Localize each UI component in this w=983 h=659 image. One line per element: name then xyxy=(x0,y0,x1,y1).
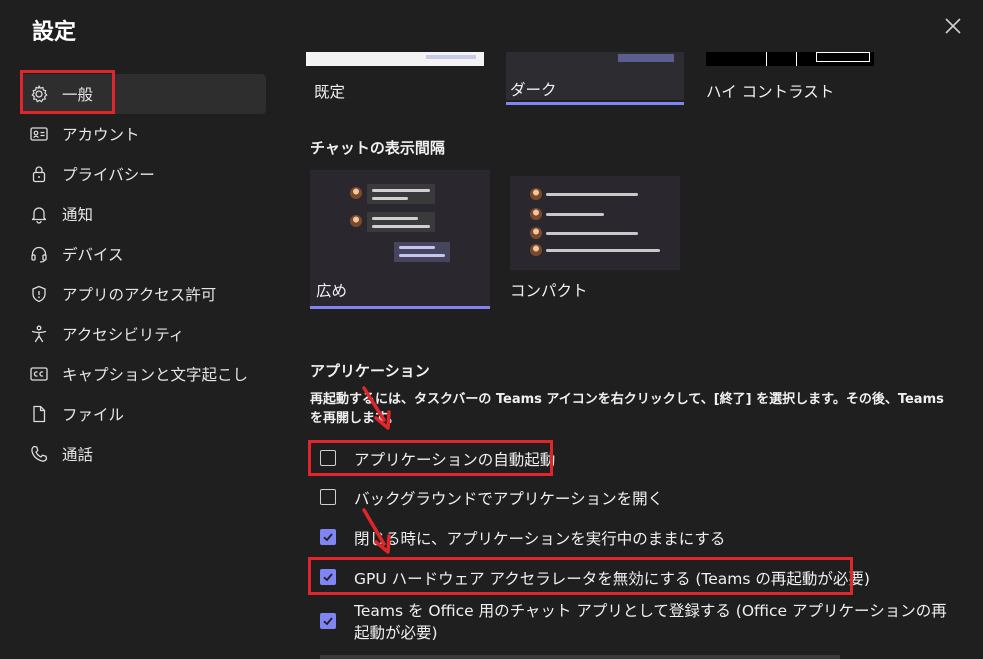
option-label: アプリケーションの自動起動 xyxy=(354,451,556,469)
theme-label: ダーク xyxy=(510,81,557,99)
close-button[interactable] xyxy=(943,16,963,36)
theme-label: ハイ コントラスト xyxy=(706,83,835,101)
gear-icon xyxy=(28,83,50,105)
page-title: 設定 xyxy=(32,20,77,45)
register-chat-app-checkbox[interactable] xyxy=(320,613,336,629)
option-register-chat-app[interactable]: Teams を Office 用のチャット アプリとして登録する (Office… xyxy=(320,600,950,644)
sidebar-item-label: 一般 xyxy=(62,86,94,104)
selected-underline xyxy=(310,306,490,309)
option-open-in-background[interactable]: バックグラウンドでアプリケーションを開く xyxy=(320,487,663,509)
sidebar-item-general[interactable]: 一般 xyxy=(20,74,266,114)
option-keep-running-on-close[interactable]: 閉じる時に、アプリケーションを実行中のままにする xyxy=(320,527,725,549)
sidebar-item-label: キャプションと文字起こし xyxy=(62,366,249,384)
avatar xyxy=(350,215,362,227)
file-icon xyxy=(28,403,50,425)
checkmark-icon xyxy=(323,533,333,542)
option-label: GPU ハードウェア アクセラレータを無効にする (Teams の再起動が必要) xyxy=(354,570,870,588)
checkmark-icon xyxy=(323,573,333,582)
option-label: 閉じる時に、アプリケーションを実行中のままにする xyxy=(354,530,726,548)
headset-icon xyxy=(28,243,50,265)
accessibility-icon xyxy=(28,323,50,345)
cc-icon xyxy=(28,363,50,385)
sidebar-item-label: アプリのアクセス許可 xyxy=(62,286,217,304)
sidebar-item-calls[interactable]: 通話 xyxy=(20,434,266,474)
disable-gpu-checkbox[interactable] xyxy=(320,569,336,585)
bell-icon xyxy=(28,203,50,225)
sidebar-item-label: アカウント xyxy=(62,126,140,144)
avatar xyxy=(530,227,542,239)
restart-instructions: 再起動するには、タスクバーの Teams アイコンを右クリックして、[終了] を… xyxy=(310,392,944,426)
auto-start-checkbox[interactable] xyxy=(320,450,336,466)
avatar xyxy=(530,208,542,220)
sidebar-item-privacy[interactable]: プライバシー xyxy=(20,154,266,194)
application-heading: アプリケーション xyxy=(310,362,430,380)
id-card-icon xyxy=(28,123,50,145)
avatar xyxy=(350,187,362,199)
density-preview-compact xyxy=(510,176,680,270)
theme-label: 既定 xyxy=(314,83,346,101)
sidebar-item-label: 通知 xyxy=(62,206,94,224)
sidebar-item-app-permissions[interactable]: アプリのアクセス許可 xyxy=(20,274,266,314)
sidebar-item-devices[interactable]: デバイス xyxy=(20,234,266,274)
density-label: 広め xyxy=(316,282,348,300)
option-label: Teams を Office 用のチャット アプリとして登録する (Office… xyxy=(354,602,947,642)
sidebar-item-account[interactable]: アカウント xyxy=(20,114,266,154)
checkmark-icon xyxy=(323,617,333,626)
option-disable-gpu-acceleration[interactable]: GPU ハードウェア アクセラレータを無効にする (Teams の再起動が必要) xyxy=(320,567,870,589)
avatar xyxy=(530,244,542,256)
sidebar-item-label: ファイル xyxy=(62,406,125,424)
shield-icon xyxy=(28,283,50,305)
close-icon xyxy=(945,18,961,34)
chat-density-heading: チャットの表示間隔 xyxy=(310,139,445,157)
sidebar-item-label: アクセシビリティ xyxy=(62,326,185,344)
avatar xyxy=(530,188,542,200)
sidebar-item-label: 通話 xyxy=(62,446,94,464)
theme-preview-default xyxy=(306,52,484,66)
sidebar-item-notifications[interactable]: 通知 xyxy=(20,194,266,234)
sidebar-item-accessibility[interactable]: アクセシビリティ xyxy=(20,314,266,354)
density-label: コンパクト xyxy=(510,282,588,300)
selected-underline xyxy=(506,102,684,105)
theme-preview-high-contrast xyxy=(706,52,874,66)
option-auto-start[interactable]: アプリケーションの自動起動 xyxy=(320,448,555,470)
option-label: バックグラウンドでアプリケーションを開く xyxy=(354,490,664,508)
keep-running-checkbox[interactable] xyxy=(320,529,336,545)
sidebar-item-files[interactable]: ファイル xyxy=(20,394,266,434)
lock-icon xyxy=(28,163,50,185)
next-option-partial xyxy=(320,655,840,659)
sidebar-item-label: プライバシー xyxy=(62,166,155,184)
sidebar-item-captions[interactable]: キャプションと文字起こし xyxy=(20,354,266,394)
sidebar-item-label: デバイス xyxy=(62,246,124,264)
phone-icon xyxy=(28,443,50,465)
open-in-background-checkbox[interactable] xyxy=(320,489,336,505)
